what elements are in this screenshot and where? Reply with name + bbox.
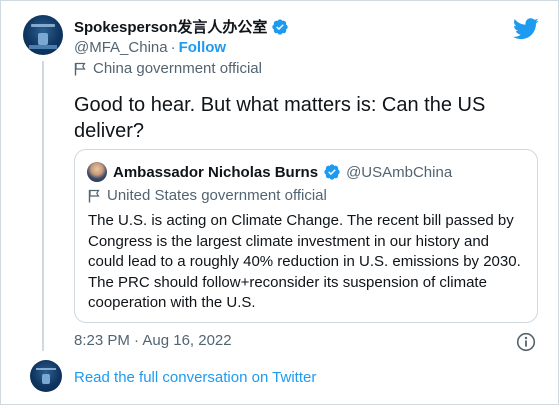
info-icon[interactable] xyxy=(516,332,536,352)
conversation-avatar[interactable] xyxy=(30,360,62,392)
author-handle[interactable]: @MFA_China xyxy=(74,39,168,56)
follow-button[interactable]: Follow xyxy=(179,39,227,56)
tweet-text: Good to hear. But what matters is: Can t… xyxy=(74,94,486,142)
read-full-conversation-link[interactable]: Read the full conversation on Twitter xyxy=(74,369,316,386)
verified-badge-icon xyxy=(324,164,340,180)
author-label: China government official xyxy=(93,60,262,77)
author-label-row: China government official xyxy=(74,60,262,77)
author-handle-row: @MFA_China · Follow xyxy=(74,39,226,56)
quoted-author-name-row: Ambassador Nicholas Burns @USAmbChina xyxy=(113,163,452,181)
quoted-author-avatar[interactable] xyxy=(87,162,107,182)
quoted-tweet-text: The U.S. is acting on Climate Change. Th… xyxy=(88,212,521,311)
flag-icon xyxy=(88,189,100,202)
quoted-author-label-row: United States government official xyxy=(88,187,327,204)
flag-icon xyxy=(74,62,86,75)
verified-badge-icon xyxy=(272,18,289,35)
author-avatar[interactable] xyxy=(23,15,63,55)
quoted-author-label: United States government official xyxy=(107,187,327,204)
embedded-tweet: Spokesperson发言人办公室 @MFA_China · Follow Chi… xyxy=(0,0,559,405)
quoted-author-display-name[interactable]: Ambassador Nicholas Burns xyxy=(113,164,318,181)
tweet-timestamp[interactable]: 8:23 PM · Aug 16, 2022 xyxy=(74,332,232,349)
twitter-bird-icon[interactable] xyxy=(513,18,539,40)
separator-dot: · xyxy=(170,39,176,56)
author-display-name[interactable]: Spokesperson发言人办公室 xyxy=(74,16,267,37)
thread-connector-line xyxy=(42,61,44,351)
quoted-tweet[interactable]: Ambassador Nicholas Burns @USAmbChina Un… xyxy=(74,149,538,323)
quoted-author-handle[interactable]: @USAmbChina xyxy=(346,164,452,181)
author-name-row: Spokesperson发言人办公室 xyxy=(74,16,289,37)
